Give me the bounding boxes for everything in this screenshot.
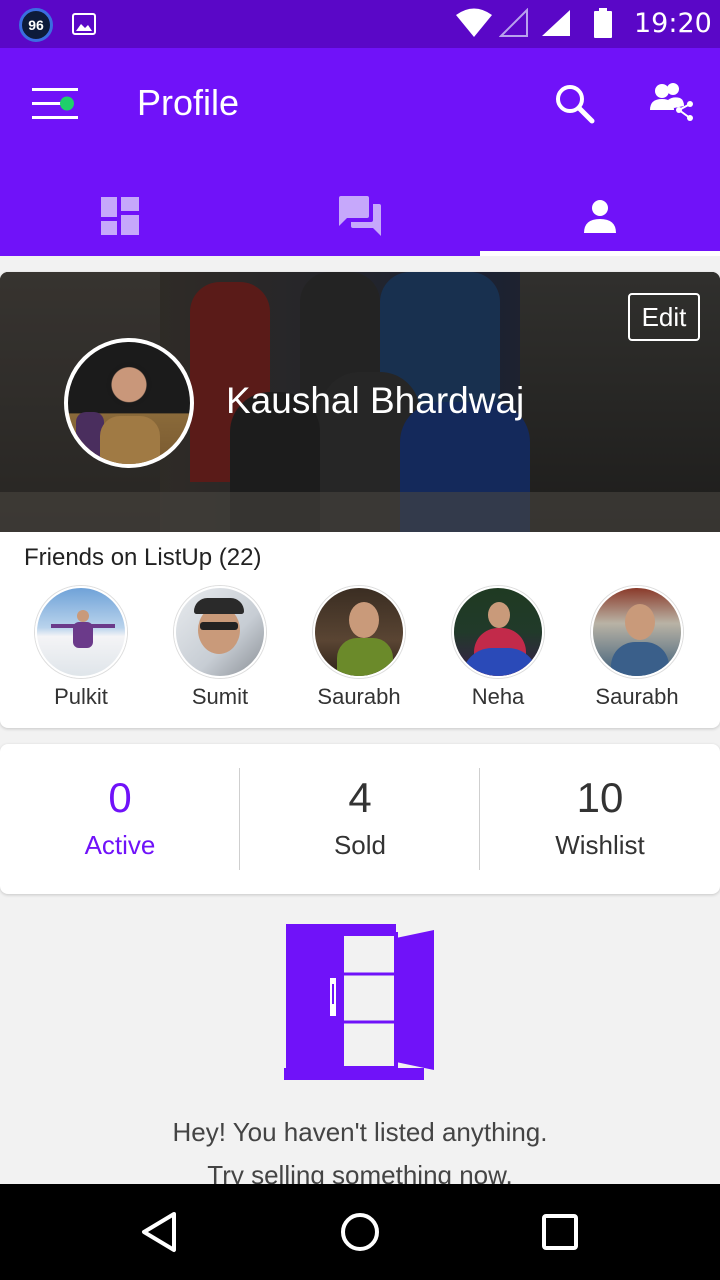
friend-name: Pulkit <box>54 684 108 709</box>
stats-card: 0 Active 4 Sold 10 Wishlist <box>0 744 720 894</box>
stat-wishlist[interactable]: 10 Wishlist <box>480 744 720 894</box>
home-icon[interactable] <box>338 1210 382 1254</box>
friend-name: Saurabh <box>595 684 679 709</box>
menu-icon[interactable] <box>28 86 84 122</box>
friend-avatar <box>313 586 405 678</box>
stat-value: 0 <box>108 774 132 821</box>
avatar[interactable] <box>64 338 194 468</box>
stat-label: Sold <box>333 830 387 860</box>
page-title: Profile <box>137 82 240 123</box>
battery-icon <box>594 8 612 38</box>
navigation-bar <box>0 1184 720 1280</box>
friend-item[interactable]: Neha <box>428 586 568 710</box>
stat-sold[interactable]: 4 Sold <box>240 744 480 894</box>
friend-avatar <box>452 586 544 678</box>
friend-item[interactable]: Saurabh <box>567 586 707 710</box>
friend-name: Sumit <box>191 684 249 709</box>
friends-share-icon[interactable] <box>648 82 694 122</box>
tab-chat[interactable] <box>240 176 480 256</box>
friend-name: Saurabh <box>317 684 401 709</box>
dashboard-icon <box>101 197 139 235</box>
chat-icon <box>339 196 381 236</box>
stat-value: 4 <box>348 774 372 821</box>
tab-indicator <box>480 251 720 256</box>
recent-apps-icon[interactable] <box>540 1212 580 1252</box>
signal-icon <box>542 10 570 36</box>
notification-badge-icon: 96 <box>19 8 53 42</box>
friends-heading: Friends on ListUp (22) <box>24 544 262 571</box>
image-icon <box>72 13 96 35</box>
profile-card: Edit Kaushal Bhardwaj Friends on ListUp … <box>0 272 720 728</box>
user-name: Kaushal Bhardwaj <box>226 380 525 421</box>
friend-item[interactable]: Sumit <box>150 586 290 710</box>
back-icon[interactable] <box>138 1210 182 1254</box>
app-bar: Profile <box>0 48 720 256</box>
signal-empty-icon <box>499 8 528 37</box>
friend-avatar <box>591 586 683 678</box>
friend-name: Neha <box>471 684 525 709</box>
friend-item[interactable]: Saurabh <box>289 586 429 710</box>
status-bar: 96 19:20 <box>0 0 720 48</box>
empty-wardrobe-icon <box>284 924 434 1080</box>
empty-state-title: Hey! You haven't listed anything. <box>172 1117 548 1147</box>
friend-avatar <box>35 586 127 678</box>
stat-active[interactable]: 0 Active <box>0 744 240 894</box>
friend-avatar <box>174 586 266 678</box>
tab-dashboard[interactable] <box>0 176 240 256</box>
edit-profile-button[interactable]: Edit <box>628 293 700 341</box>
stat-value: 10 <box>576 774 624 821</box>
person-icon <box>584 200 616 233</box>
stat-label: Wishlist <box>555 830 645 860</box>
clock: 19:20 <box>634 8 712 39</box>
search-icon[interactable] <box>553 82 595 124</box>
friend-item[interactable]: Pulkit <box>11 586 151 710</box>
stat-label: Active <box>84 830 156 860</box>
wifi-icon <box>456 8 492 37</box>
tab-profile[interactable] <box>480 176 720 256</box>
